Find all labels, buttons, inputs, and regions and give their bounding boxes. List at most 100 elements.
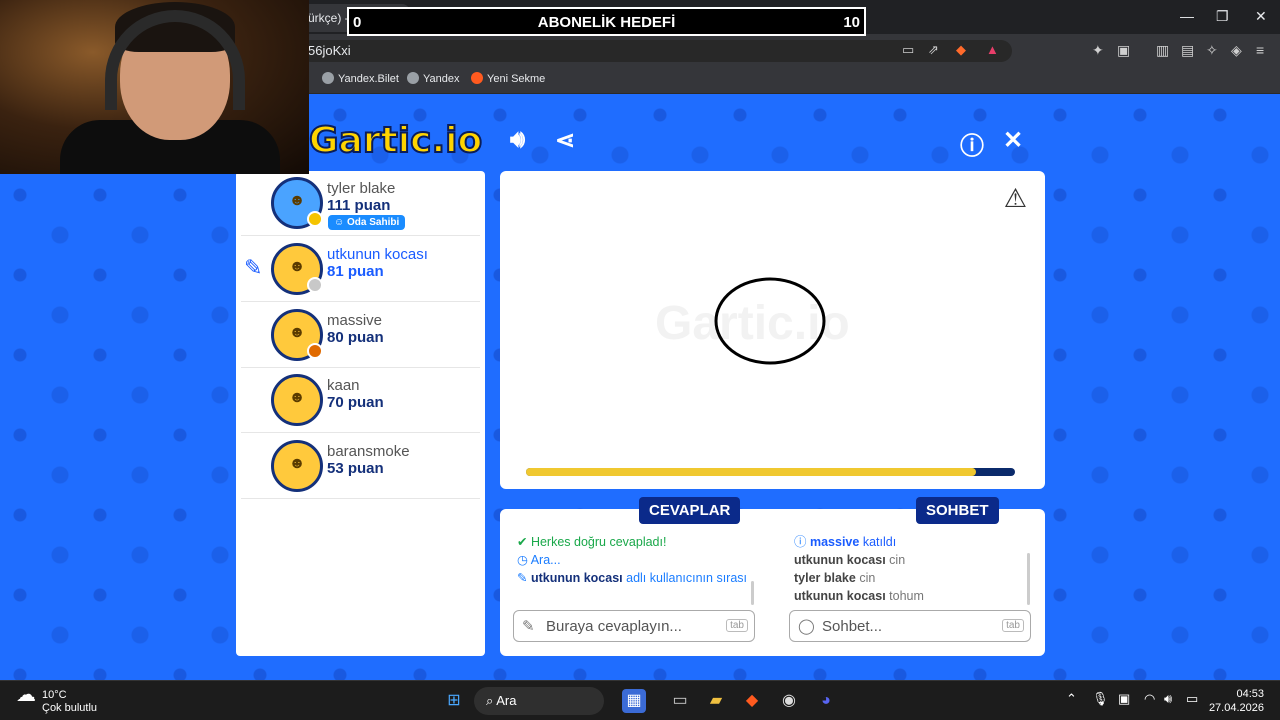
avatar-face-icon: ☻ (288, 389, 306, 406)
windows-taskbar: ☁ 10°C Çok bulutlu ⊞ ⌕ Ara ▦ ▭ ▰ ◆ ◉ ◕ ⌃… (0, 680, 1280, 720)
share-icon[interactable]: ⇗ (928, 42, 939, 58)
file-explorer-icon[interactable]: ▰ (704, 689, 728, 713)
avatar-face-icon: ☻ (288, 192, 306, 209)
answers-chat-panel: CEVAPLAR SOHBET ✔ Herkes doğru cevapladı… (500, 497, 1045, 656)
avatar-face-icon: ☻ (288, 258, 306, 275)
player-score: 70 puan (327, 394, 384, 411)
round-timer-fill (526, 468, 976, 476)
windows-start-icon[interactable]: ⊞ (442, 689, 466, 713)
brave-rewards-icon[interactable]: ▲ (986, 42, 999, 57)
answers-scrollbar[interactable] (751, 581, 754, 605)
obs-icon[interactable]: ◉ (777, 689, 801, 713)
search-icon: ⌕ (486, 693, 497, 708)
taskbar-search[interactable]: ⌕ Ara (474, 687, 604, 715)
avatar-face-icon: ☻ (288, 324, 306, 341)
avatar-face-icon: ☻ (288, 455, 306, 472)
drawing-layer (714, 277, 826, 365)
drawing-canvas[interactable]: Gartic.io ⚠ (500, 171, 1045, 489)
battery-icon[interactable]: ▭ (1186, 691, 1198, 707)
status-dot (307, 343, 323, 359)
clock-date: 27.04.2026 (1208, 702, 1264, 714)
answer-input[interactable] (546, 616, 716, 636)
globe-icon (407, 72, 419, 84)
info-icon[interactable]: ⓘ (960, 126, 984, 161)
subscriber-goal-bar: ABONELİK HEDEFİ 0 10 (347, 7, 866, 36)
brave-shields-icon[interactable]: ◆ (956, 42, 966, 58)
status-dot (307, 277, 323, 293)
report-warning-icon[interactable]: ⚠ (1004, 183, 1027, 214)
weather-temp: 10°C (42, 689, 67, 701)
sidebar-icon[interactable]: ▥ (1156, 42, 1169, 59)
player-score: 53 puan (327, 460, 384, 477)
answer-input-box: ✎ tab (513, 610, 755, 642)
player-row: ☻ massive 80 puan (241, 303, 480, 368)
log-entry: utkunun kocası cin (794, 553, 906, 567)
gartic-logo[interactable]: Gartic.io (308, 119, 483, 162)
brave-browser-icon[interactable]: ◆ (740, 689, 764, 713)
answers-label: CEVAPLAR (639, 497, 741, 524)
microphone-icon[interactable]: 🎙︎ (1092, 691, 1109, 707)
address-bar[interactable]: 56joKxi ▭ ⇗ ◆ ▲ (300, 40, 1012, 62)
chat-input[interactable] (822, 616, 992, 636)
cloud-icon: ☁ (16, 684, 36, 706)
player-name: tyler blake (327, 180, 396, 197)
extensions-icon[interactable]: ✦ (1092, 42, 1104, 59)
player-row: ✎ ☻ utkunun kocası 81 puan (241, 237, 480, 302)
player-score: 80 puan (327, 329, 384, 346)
bookmark-yandex[interactable]: Yandex (407, 72, 460, 85)
log-entry: ◷ Ara... (517, 553, 561, 567)
vpn-icon[interactable]: ◈ (1231, 42, 1242, 59)
tab-hint: tab (1002, 619, 1024, 632)
share-icon[interactable]: ⋖ (555, 126, 575, 155)
cast-icon[interactable]: ▭ (902, 42, 914, 58)
brave-icon (471, 72, 483, 84)
log-entry: ⓘ massive katıldı (794, 535, 897, 549)
maximize-button[interactable]: ❐ (1216, 8, 1229, 25)
goal-title: ABONELİK HEDEFİ (537, 14, 676, 31)
bookmark-yeni-sekme[interactable]: Yeni Sekme (471, 72, 545, 85)
tab-search-icon[interactable]: ▣ (1117, 42, 1130, 59)
status-dot (307, 211, 323, 227)
chat-log: ⓘ massive katıldı utkunun kocası cin tyl… (794, 533, 1034, 605)
clock-icon: ◷ (517, 553, 531, 567)
avatar: ☻ (271, 374, 323, 426)
exit-icon[interactable]: ✕ (1003, 126, 1023, 155)
leo-ai-icon[interactable]: ✧ (1206, 42, 1218, 59)
chat-scrollbar[interactable] (1027, 553, 1030, 605)
volume-icon[interactable]: 🔊︎ (1164, 691, 1172, 707)
chat-bubble-icon: ◯ (798, 618, 815, 635)
speaker-icon[interactable]: 🔊︎ (510, 126, 525, 154)
wifi-icon[interactable]: ◠ (1144, 691, 1155, 707)
log-entry: ✔ Herkes doğru cevapladı! (517, 535, 667, 549)
check-icon: ✔ (517, 535, 531, 549)
goal-target: 10 (843, 14, 860, 31)
chat-label: SOHBET (916, 497, 999, 524)
tray-overflow-icon[interactable]: ⌃ (1066, 691, 1077, 707)
wallet-icon[interactable]: ▤ (1181, 42, 1194, 59)
player-name: kaan (327, 377, 360, 394)
log-entry: utkunun kocası tohum (794, 589, 924, 603)
widgets-icon[interactable]: ▦ (622, 689, 646, 713)
player-row: ☻ baransmoke 53 puan (241, 434, 480, 499)
system-clock[interactable]: 04:53 27.04.2026 (1209, 687, 1264, 715)
menu-icon[interactable]: ≡ (1256, 42, 1264, 58)
log-entry: ✎ utkunun kocası adlı kullanıcının sıras… (517, 571, 748, 585)
url-text: 56joKxi (308, 43, 351, 58)
answers-log: ✔ Herkes doğru cevapladı! ◷ Ara... ✎ utk… (517, 533, 757, 585)
minimize-button[interactable]: — (1180, 8, 1194, 24)
drawing-pencil-icon: ✎ (244, 255, 263, 280)
pencil-icon: ✎ (517, 571, 531, 585)
player-score: 111 puan (327, 197, 391, 214)
discord-icon[interactable]: ◕ (814, 689, 838, 713)
player-list: ☻ tyler blake 111 puan ☺ Oda Sahibi ✎ ☻ … (236, 171, 485, 656)
weather-desc: Çok bulutlu (42, 702, 98, 714)
player-name: baransmoke (327, 443, 410, 460)
player-name: massive (327, 312, 383, 329)
close-window-button[interactable]: ✕ (1255, 8, 1267, 25)
globe-icon (322, 72, 334, 84)
room-owner-badge: ☺ Oda Sahibi (328, 215, 406, 230)
tab-hint: tab (726, 619, 748, 632)
bookmark-yandex-bilet[interactable]: Yandex.Bilet (322, 72, 399, 85)
task-view-icon[interactable]: ▭ (668, 689, 692, 713)
device-icon[interactable]: ▣ (1118, 691, 1130, 707)
